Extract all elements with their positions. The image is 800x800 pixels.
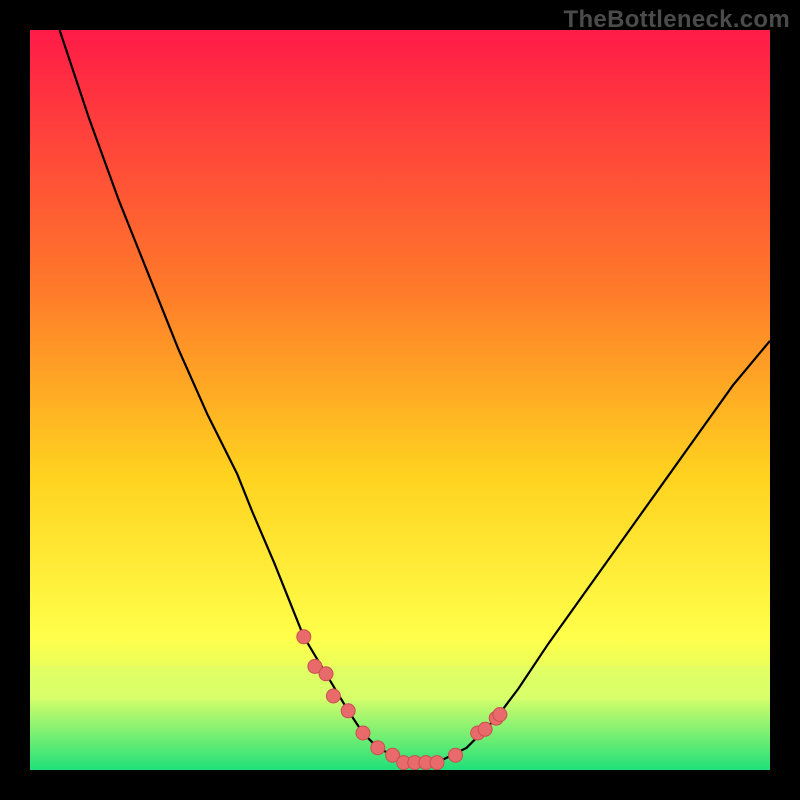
pale-band	[30, 666, 770, 700]
marker-point	[493, 708, 507, 722]
marker-point	[341, 704, 355, 718]
gradient-background	[30, 30, 770, 770]
marker-point	[449, 748, 463, 762]
marker-point	[319, 667, 333, 681]
marker-point	[371, 741, 385, 755]
marker-point	[478, 722, 492, 736]
watermark-text: TheBottleneck.com	[564, 6, 790, 34]
plot-area	[30, 30, 770, 770]
chart-svg	[30, 30, 770, 770]
marker-point	[356, 726, 370, 740]
marker-point	[430, 756, 444, 770]
marker-point	[297, 630, 311, 644]
marker-point	[326, 689, 340, 703]
chart-frame: TheBottleneck.com	[0, 0, 800, 800]
